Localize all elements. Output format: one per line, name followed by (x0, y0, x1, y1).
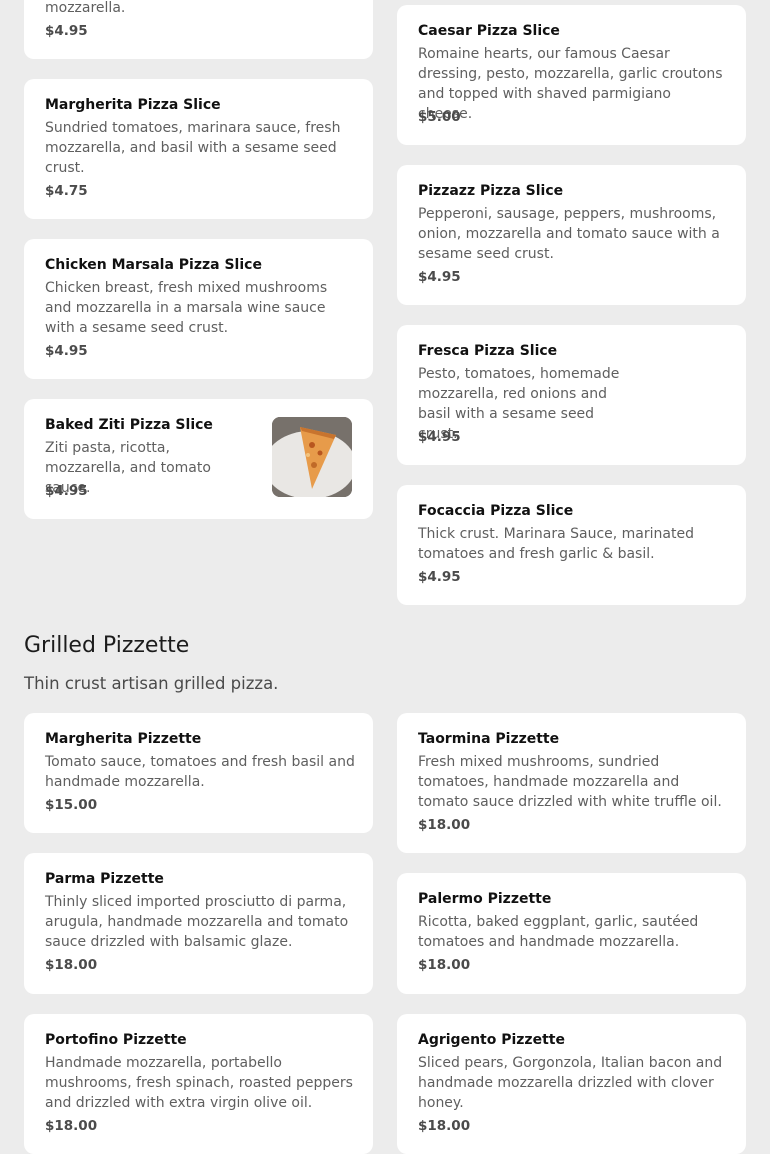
menu-item-card[interactable]: Focaccia Pizza Slice Thick crust. Marina… (397, 485, 746, 605)
item-price: $18.00 (45, 1118, 98, 1134)
item-price: $15.00 (45, 797, 98, 813)
menu-item-card[interactable]: Margherita Pizza Slice Sundried tomatoes… (24, 79, 373, 219)
item-description: Tomato sauce, tomatoes and fresh basil a… (45, 754, 355, 790)
item-name: Taormina Pizzette (418, 731, 560, 747)
menu-item-card[interactable]: Portofino Pizzette Handmade mozzarella, … (24, 1014, 373, 1154)
menu-item-card[interactable]: Parma Pizzette Thinly sliced imported pr… (24, 853, 373, 994)
item-price: $18.00 (418, 957, 471, 973)
pizza-slice-photo[interactable] (272, 417, 352, 497)
item-description: Thick crust. Marinara Sauce, marinated t… (418, 526, 694, 562)
item-name: Pizzazz Pizza Slice (418, 183, 564, 199)
item-description: Chicken breast, fresh mixed mushrooms an… (45, 280, 328, 336)
item-price: $4.75 (45, 183, 88, 199)
section-subtitle: Thin crust artisan grilled pizza. (24, 674, 279, 693)
item-description: Sundried tomatoes, marinara sauce, fresh… (45, 120, 341, 176)
item-price: $4.95 (418, 569, 461, 585)
item-name: Margherita Pizza Slice (45, 97, 221, 113)
item-name: Agrigento Pizzette (418, 1032, 565, 1048)
item-price: $18.00 (418, 1118, 471, 1134)
menu-item-card[interactable]: Baked Ziti Pizza Slice Ziti pasta, ricot… (24, 399, 373, 519)
item-price: $4.95 (45, 483, 88, 499)
item-name: Focaccia Pizza Slice (418, 503, 574, 519)
item-price: $4.95 (45, 343, 88, 359)
item-price: $4.95 (418, 269, 461, 285)
item-description: Fresh mixed mushrooms, sundried tomatoes… (418, 754, 722, 810)
item-price: $18.00 (45, 957, 98, 973)
menu-item-card[interactable]: Taormina Pizzette Fresh mixed mushrooms,… (397, 713, 746, 853)
section-title: Grilled Pizzette (24, 633, 190, 658)
menu-item-card[interactable]: Caesar Pizza Slice Romaine hearts, our f… (397, 5, 746, 145)
menu-item-card[interactable]: Palermo Pizzette Ricotta, baked eggplant… (397, 873, 746, 994)
pizza-slice-image (272, 417, 352, 497)
item-description: mozzarella. (45, 0, 126, 16)
item-name: Chicken Marsala Pizza Slice (45, 257, 262, 273)
item-name: Caesar Pizza Slice (418, 23, 560, 39)
item-price: $18.00 (418, 817, 471, 833)
menu-item-card[interactable]: Fresca Pizza Slice Pesto, tomatoes, home… (397, 325, 746, 465)
menu-item-card[interactable]: Margherita Pizzette Tomato sauce, tomato… (24, 713, 373, 833)
item-description: Romaine hearts, our famous Caesar dressi… (418, 46, 723, 122)
item-description: Pepperoni, sausage, peppers, mushrooms, … (418, 206, 720, 262)
menu-item-card[interactable]: mozzarella. $4.95 (24, 0, 373, 59)
item-name: Fresca Pizza Slice (418, 343, 558, 359)
item-name: Baked Ziti Pizza Slice (45, 417, 213, 433)
item-price: $4.95 (45, 23, 88, 39)
item-description: Thinly sliced imported prosciutto di par… (45, 894, 349, 950)
item-name: Portofino Pizzette (45, 1032, 187, 1048)
menu-item-card[interactable]: Chicken Marsala Pizza Slice Chicken brea… (24, 239, 373, 379)
menu-item-card[interactable]: Agrigento Pizzette Sliced pears, Gorgonz… (397, 1014, 746, 1154)
item-name: Margherita Pizzette (45, 731, 202, 747)
item-description: Ricotta, baked eggplant, garlic, sautéed… (418, 914, 699, 950)
item-name: Parma Pizzette (45, 871, 164, 887)
item-price: $5.00 (418, 109, 461, 125)
item-name: Palermo Pizzette (418, 891, 552, 907)
menu-item-card[interactable]: Pizzazz Pizza Slice Pepperoni, sausage, … (397, 165, 746, 305)
item-description: Sliced pears, Gorgonzola, Italian bacon … (418, 1055, 723, 1111)
item-description: Handmade mozzarella, portabello mushroom… (45, 1055, 353, 1111)
item-price: $4.95 (418, 429, 461, 445)
